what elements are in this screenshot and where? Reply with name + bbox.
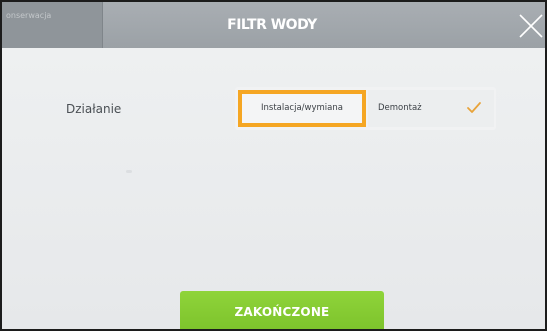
action-label: Działanie	[66, 102, 122, 116]
finish-button[interactable]: ZAKOŃCZONE	[180, 291, 384, 329]
back-tab-label: onserwacja	[6, 11, 52, 20]
app-window: onserwacja FILTR WODY Działanie Instalac…	[0, 0, 547, 331]
action-selector: Instalacja/wymiana Demontaż	[235, 87, 496, 130]
header-bar: onserwacja FILTR WODY	[2, 2, 545, 48]
option-removal-label: Demontaż	[378, 103, 422, 113]
page-title: FILTR WODY	[227, 17, 317, 33]
option-removal[interactable]: Demontaż	[368, 90, 494, 127]
screen-mark	[126, 170, 132, 173]
option-install-replace[interactable]: Instalacja/wymiana	[238, 90, 366, 127]
finish-button-label: ZAKOŃCZONE	[234, 305, 330, 319]
close-button[interactable]	[515, 10, 545, 42]
check-icon	[467, 102, 481, 113]
back-tab[interactable]: onserwacja	[2, 2, 103, 48]
content-area: Działanie Instalacja/wymiana Demontaż ZA…	[2, 48, 545, 329]
option-install-replace-label: Instalacja/wymiana	[261, 103, 343, 113]
close-icon	[519, 14, 543, 38]
